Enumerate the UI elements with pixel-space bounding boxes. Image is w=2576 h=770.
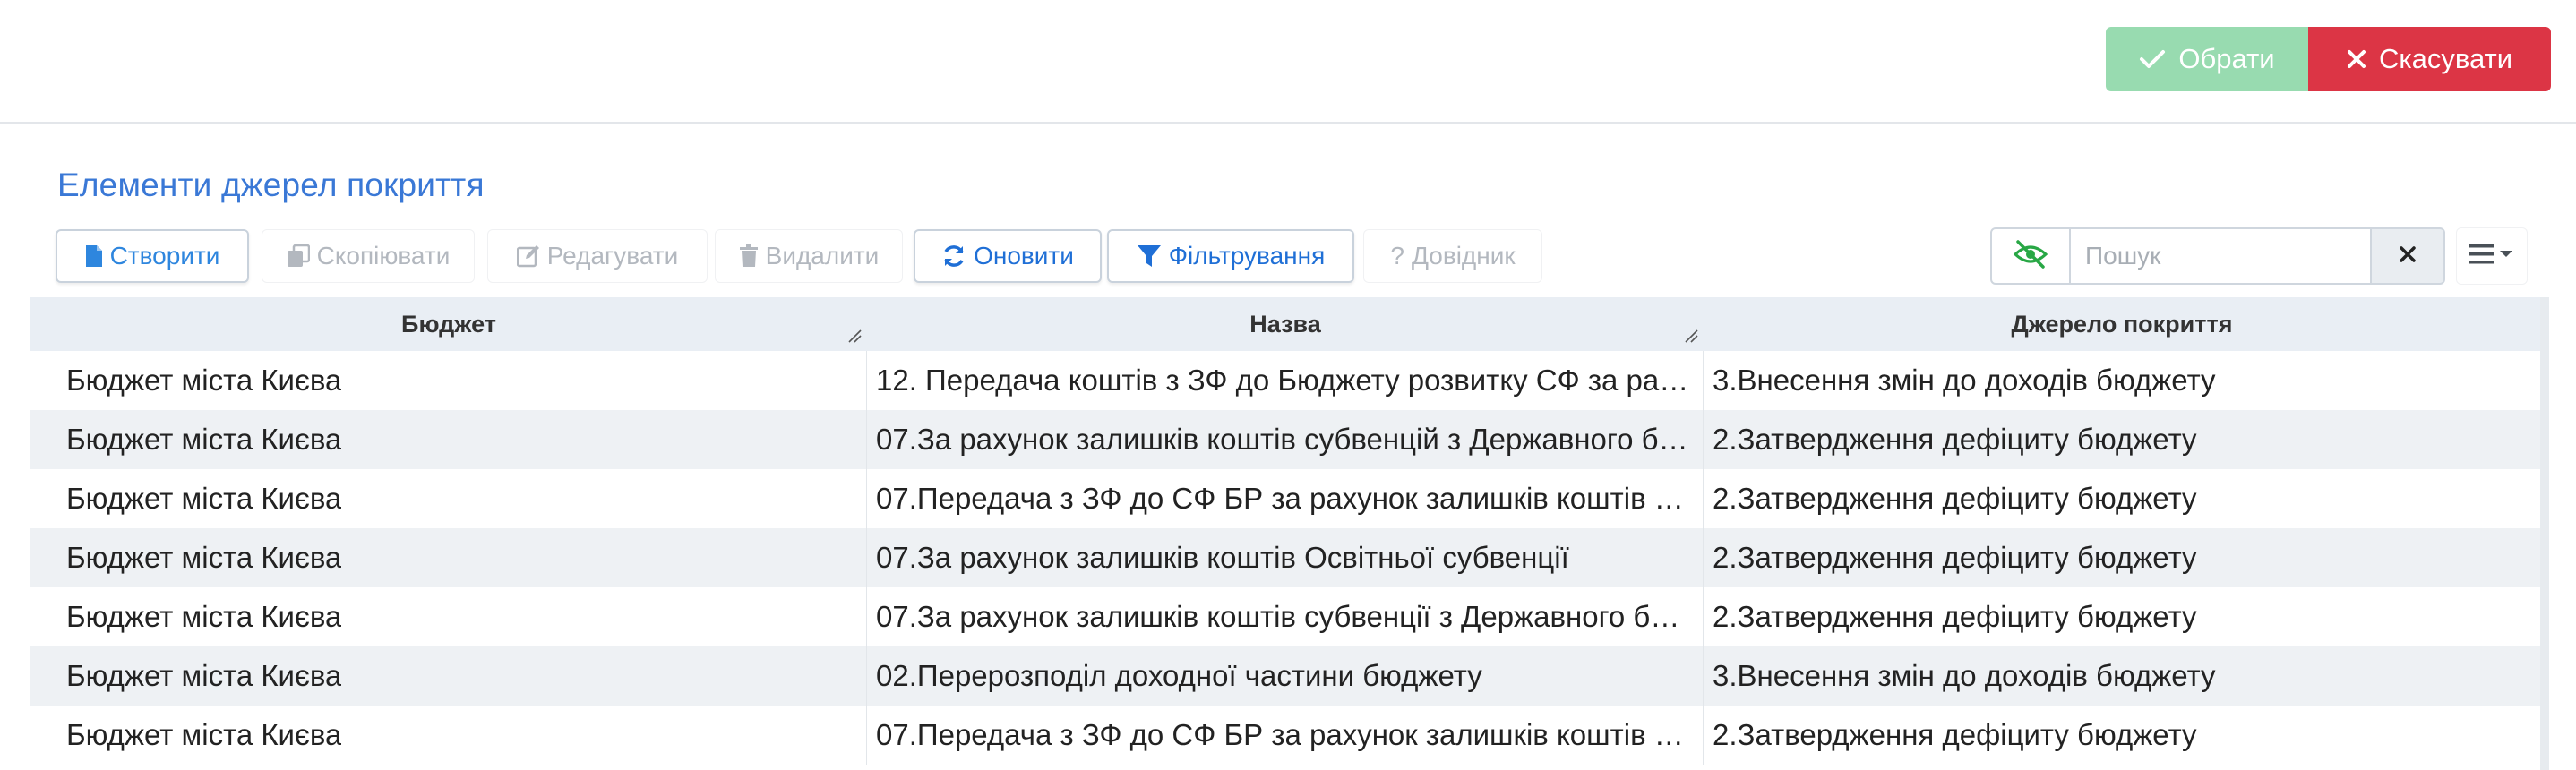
table-row[interactable]: Бюджет міста Києва 02.Перерозподіл доход… [30,646,2540,706]
cell-budget: Бюджет міста Києва [30,528,867,587]
column-header-source[interactable]: Джерело покриття [1704,297,2540,351]
table-scrollbar[interactable] [2540,297,2549,770]
copy-icon [287,244,310,268]
page-title: Елементи джерел покриття [57,167,485,203]
cell-name: 07.За рахунок залишків коштів субвенції … [867,587,1704,646]
edit-icon [516,244,540,268]
resize-handle-icon[interactable] [1684,321,1698,349]
table-row[interactable]: Бюджет міста Києва 07.За рахунок залишкі… [30,528,2540,587]
cell-source: 2.Затвердження дефіциту бюджету [1713,541,2197,574]
top-bar: Обрати Скасувати [0,0,2576,124]
column-header-name[interactable]: Назва [867,297,1704,351]
copy-button[interactable]: Скопіювати [262,229,475,283]
close-icon [2347,49,2366,69]
cell-budget: Бюджет міста Києва [30,587,867,646]
cell-source: 3.Внесення змін до доходів бюджету [1713,659,2216,692]
search-input[interactable] [2071,227,2372,285]
cell-budget: Бюджет міста Києва [30,351,867,410]
check-icon [2139,48,2166,70]
trash-icon [739,244,759,268]
cell-budget: Бюджет міста Києва [30,706,867,765]
cell-name: 07.За рахунок залишків коштів Освітньої … [867,528,1704,587]
question-icon: ? [1390,242,1404,270]
cell-budget: Бюджет міста Києва [30,469,867,528]
copy-button-label: Скопіювати [316,242,451,270]
eye-slash-icon [2013,239,2048,273]
edit-button[interactable]: Редагувати [487,229,708,283]
cell-name: 12. Передача коштів з ЗФ до Бюджету розв… [867,351,1704,410]
cancel-button-label: Скасувати [2378,43,2513,74]
edit-button-label: Редагувати [546,242,679,270]
reference-button[interactable]: ? Довідник [1363,229,1542,283]
cell-source: 2.Затвердження дефіциту бюджету [1713,482,2197,515]
refresh-icon [941,244,966,269]
cell-source: 2.Затвердження дефіциту бюджету [1713,718,2197,751]
table-row[interactable]: Бюджет міста Києва 07.Передача з ЗФ до С… [30,706,2540,765]
hide-columns-button[interactable] [1990,227,2071,285]
data-table: Бюджет Назва Джерело покриття Бюджет міс… [30,297,2549,770]
table-row[interactable]: Бюджет міста Києва 12. Передача коштів з… [30,351,2540,410]
cell-name: 07.Передача з ЗФ до СФ БР за рахунок зал… [867,706,1704,765]
close-icon [2399,245,2417,268]
column-header-budget[interactable]: Бюджет [30,297,867,351]
cell-name: 07.Передача з ЗФ до СФ БР за рахунок зал… [867,469,1704,528]
create-button-label: Створити [109,242,220,270]
cancel-button[interactable]: Скасувати [2308,27,2551,91]
table-body: Бюджет міста Києва 12. Передача коштів з… [30,351,2540,765]
cell-budget: Бюджет міста Києва [30,410,867,469]
select-button-label: Обрати [2178,43,2275,74]
create-button[interactable]: Створити [56,229,249,283]
delete-button[interactable]: Видалити [715,229,903,283]
table-row[interactable]: Бюджет міста Києва 07.Передача з ЗФ до С… [30,469,2540,528]
delete-button-label: Видалити [765,242,880,270]
table-row[interactable]: Бюджет міста Києва 07.За рахунок залишкі… [30,410,2540,469]
resize-handle-icon[interactable] [847,321,862,349]
refresh-button-label: Оновити [974,242,1074,270]
file-icon [85,244,103,268]
reference-button-label: Довідник [1411,242,1516,270]
list-icon [2468,242,2516,271]
cell-source: 2.Затвердження дефіциту бюджету [1713,600,2197,633]
select-button[interactable]: Обрати [2106,27,2308,91]
cell-budget: Бюджет міста Києва [30,646,867,706]
filter-button-label: Фільтрування [1168,242,1326,270]
filter-button[interactable]: Фільтрування [1107,229,1354,283]
cell-name: 07.За рахунок залишків коштів субвенцій … [867,410,1704,469]
cell-source: 3.Внесення змін до доходів бюджету [1713,364,2216,397]
cell-source: 2.Затвердження дефіциту бюджету [1713,423,2197,456]
table-row[interactable]: Бюджет міста Києва 07.За рахунок залишкі… [30,587,2540,646]
columns-menu-button[interactable] [2456,227,2528,285]
filter-icon [1137,244,1162,269]
cell-name: 02.Перерозподіл доходної частини бюджету [867,646,1704,706]
refresh-button[interactable]: Оновити [914,229,1102,283]
clear-search-button[interactable] [2370,227,2445,285]
table-header: Бюджет Назва Джерело покриття [30,297,2540,351]
